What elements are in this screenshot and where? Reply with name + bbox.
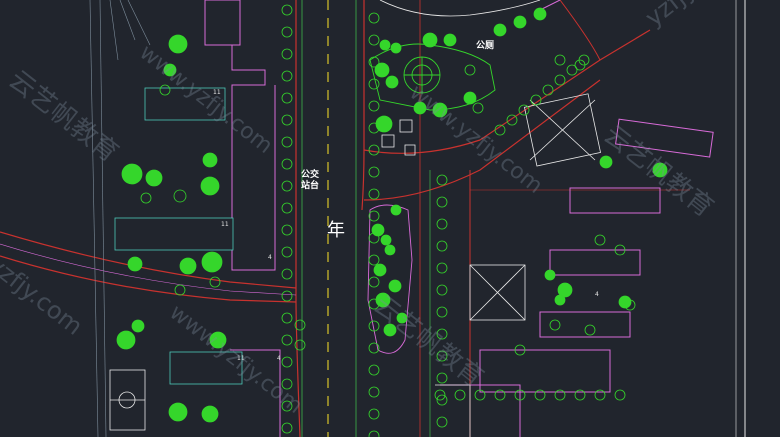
cad-plan-canvas: 公交 站台 公厕 年 11 4 11 4 11 4 www.yzfjy.com …	[0, 0, 780, 437]
tree-symbol	[584, 324, 596, 336]
tree-symbol	[379, 39, 391, 51]
tree-symbol	[201, 405, 219, 423]
east-road	[363, 0, 690, 437]
building-number: 4	[277, 355, 281, 362]
tree-symbol	[179, 257, 197, 275]
tree-symbol	[121, 163, 143, 185]
tree-symbol	[544, 269, 556, 281]
site-plan-drawing	[0, 0, 746, 437]
tree-symbol	[368, 166, 380, 178]
bus-stop-label: 站台	[301, 181, 320, 191]
tree-symbol	[443, 33, 457, 47]
tree-symbol	[436, 306, 448, 318]
tree-symbol	[281, 136, 293, 148]
tree-symbol	[281, 180, 293, 192]
tree-symbol	[368, 408, 380, 420]
tree-symbol	[506, 114, 518, 126]
tree-symbol	[368, 188, 380, 200]
tree-symbol	[384, 244, 396, 256]
tree-symbol	[281, 92, 293, 104]
tree-symbol	[436, 196, 448, 208]
tree-symbol	[209, 276, 221, 288]
building-number: 11	[221, 221, 229, 228]
tree-symbol	[145, 169, 163, 187]
tree-symbol	[281, 268, 293, 280]
tree-symbol	[168, 34, 188, 54]
tree-symbol	[200, 176, 220, 196]
tree-symbol	[554, 74, 566, 86]
tree-symbol	[368, 386, 380, 398]
tree-symbol	[281, 4, 293, 16]
tree-symbol	[472, 102, 484, 114]
tree-symbol	[281, 224, 293, 236]
tree-symbol	[380, 234, 392, 246]
tree-symbol	[368, 78, 380, 90]
tree-symbol	[436, 218, 448, 230]
tree-symbol	[368, 276, 380, 288]
tree-symbol	[614, 389, 626, 401]
tree-symbol	[436, 416, 448, 428]
tree-symbol	[174, 284, 186, 296]
tree-symbol	[542, 84, 554, 96]
tree-symbol	[140, 192, 152, 204]
bus-stop-label: 公交	[301, 170, 320, 180]
tree-symbol	[281, 158, 293, 170]
tree-symbol	[281, 48, 293, 60]
tree-symbol	[368, 364, 380, 376]
tree-symbol	[464, 64, 476, 76]
tree-symbol	[281, 290, 293, 302]
tree-symbol	[131, 319, 145, 333]
tree-symbol	[599, 155, 613, 169]
tree-symbol	[390, 42, 402, 54]
tree-symbol	[463, 91, 477, 105]
tree-symbol	[533, 7, 547, 21]
tree-symbol	[513, 15, 527, 29]
tree-symbol	[168, 402, 188, 422]
tree-symbol	[422, 32, 438, 48]
tree-symbol	[436, 240, 448, 252]
tree-symbol	[371, 223, 385, 237]
tree-symbol	[281, 356, 293, 368]
toilet-label: 公厕	[476, 41, 495, 51]
tree-symbol	[368, 430, 380, 437]
tree-symbol	[368, 100, 380, 112]
tree-symbol	[436, 262, 448, 274]
tree-symbol	[281, 114, 293, 126]
tree-symbol	[368, 210, 380, 222]
tree-symbol	[368, 254, 380, 266]
tree-symbol	[281, 70, 293, 82]
tree-symbol	[554, 54, 566, 66]
tree-symbol	[436, 284, 448, 296]
building-number: 4	[268, 254, 272, 261]
main-road	[295, 0, 421, 437]
tree-symbol	[281, 312, 293, 324]
tree-symbol	[281, 246, 293, 258]
tree-symbol	[368, 144, 380, 156]
tree-symbol	[281, 26, 293, 38]
building-number: 4	[595, 291, 599, 298]
tree-symbol	[594, 234, 606, 246]
tree-symbol	[373, 263, 387, 277]
tree-symbol	[436, 174, 448, 186]
tree-symbol	[127, 256, 143, 272]
tree-symbol	[374, 62, 390, 78]
tree-symbol	[281, 334, 293, 346]
tree-symbol	[281, 422, 293, 434]
tree-symbol	[385, 75, 399, 89]
tree-symbol	[173, 189, 187, 203]
tree-symbol	[554, 294, 566, 306]
tree-symbol	[116, 330, 136, 350]
tree-symbol	[201, 251, 223, 273]
tree-symbol	[390, 204, 402, 216]
tree-symbol	[375, 115, 393, 133]
tree-symbol	[368, 12, 380, 24]
road-label: 年	[327, 220, 345, 241]
tree-symbol	[368, 34, 380, 46]
tree-symbol	[493, 23, 507, 37]
tree-symbol	[281, 202, 293, 214]
tree-symbol	[454, 389, 466, 401]
tree-symbol	[202, 152, 218, 168]
tree-symbol	[549, 319, 561, 331]
